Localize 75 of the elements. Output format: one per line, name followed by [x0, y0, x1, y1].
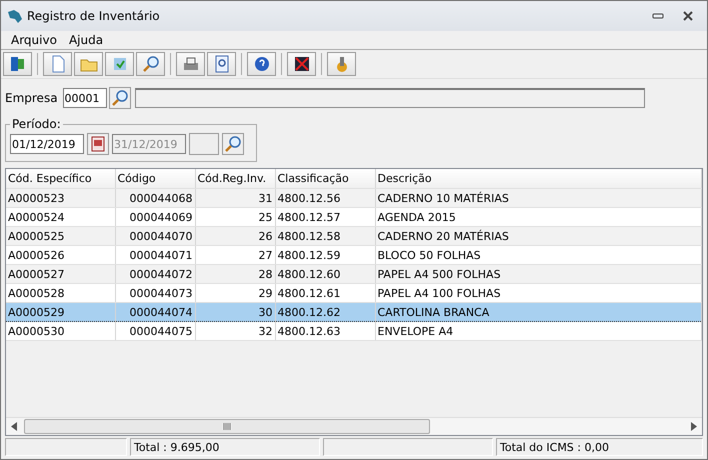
table-cell: 000044069 [115, 208, 195, 226]
table-cell: 000044075 [115, 322, 195, 340]
table-cell: A0000529 [6, 302, 115, 322]
table-cell: 000044072 [115, 264, 195, 284]
table-cell: 4800.12.62 [275, 302, 375, 322]
search-button[interactable] [108, 87, 131, 109]
search-icon [110, 89, 129, 107]
calendar-icon [91, 136, 105, 152]
app-logo-icon [7, 8, 23, 24]
status-text: Total do ICMS : 0,00 [496, 438, 703, 456]
help-icon [252, 55, 270, 73]
table-cell: 4800.12.57 [275, 208, 375, 226]
table-cell: 31 [195, 188, 275, 208]
table-cell: 25 [195, 208, 275, 226]
exit-door-icon [8, 55, 26, 73]
table-cell: A0000527 [6, 264, 115, 284]
table-cell: ENVELOPE A4 [375, 322, 702, 340]
table-cell: 4800.12.58 [275, 226, 375, 246]
column-header[interactable]: Descrição [375, 169, 702, 188]
toolbar-button[interactable] [207, 52, 236, 76]
table-cell: 29 [195, 284, 275, 302]
table-cell: PAPEL A4 100 FOLHAS [375, 284, 702, 302]
minimize-icon [652, 13, 664, 19]
column-header[interactable]: Cód.Reg.Inv. [195, 169, 275, 188]
calendar-button[interactable] [87, 133, 109, 155]
table-cell: 26 [195, 226, 275, 246]
search-icon [224, 135, 242, 153]
table-cell: 4800.12.56 [275, 188, 375, 208]
column-header[interactable]: Cód. Específico [6, 169, 115, 188]
scrollbar-thumb[interactable] [24, 419, 430, 434]
table-cell: PAPEL A4 500 FOLHAS [375, 264, 702, 284]
close-icon [682, 10, 694, 22]
table-cell: AGENDA 2015 [375, 208, 702, 226]
column-header[interactable]: Classificação [275, 169, 375, 188]
table-cell: 32 [195, 322, 275, 340]
table-cell: 000044074 [115, 302, 195, 322]
empresa-field[interactable]: 00001 [62, 88, 107, 108]
table-cell: 30 [195, 302, 275, 322]
preview-icon [212, 55, 230, 73]
scroll-right-icon[interactable] [691, 422, 697, 431]
table-cell: 000044068 [115, 188, 195, 208]
delete-icon [292, 55, 310, 73]
column-header[interactable]: Código [115, 169, 195, 188]
table-cell: A0000523 [6, 188, 115, 208]
group-label: Período: [11, 117, 62, 131]
table-cell: CADERNO 10 MATÉRIAS [375, 188, 702, 208]
search-button[interactable] [222, 133, 244, 155]
table-cell: 28 [195, 264, 275, 284]
table-cell: A0000528 [6, 284, 115, 302]
table-cell: 4800.12.60 [275, 264, 375, 284]
table-cell: CADERNO 20 MATÉRIAS [375, 226, 702, 246]
start-date-field[interactable]: 01/12/2019 [10, 134, 84, 154]
table-cell: A0000530 [6, 322, 115, 340]
search-icon [142, 55, 160, 73]
menu-item[interactable]: Arquivo [5, 33, 63, 47]
menu-item[interactable]: Ajuda [62, 33, 110, 47]
table-cell: A0000524 [6, 208, 115, 226]
printer-icon [182, 55, 200, 73]
table-cell: A0000525 [6, 226, 115, 246]
table-cell: 27 [195, 246, 275, 264]
table-cell: CARTOLINA BRANCA [375, 302, 702, 322]
table-cell: 4800.12.59 [275, 246, 375, 264]
field-label: Empresa [5, 91, 58, 105]
window-title: Registro de Inventário [27, 9, 161, 23]
table-cell: 000044071 [115, 246, 195, 264]
table-cell: 4800.12.63 [275, 322, 375, 340]
table-cell: 000044073 [115, 284, 195, 302]
table-cell: BLOCO 50 FOLHAS [375, 246, 702, 264]
company-name-field[interactable] [134, 88, 645, 108]
status-text: Total : 9.695,00 [130, 438, 320, 456]
table-cell: 000044070 [115, 226, 195, 246]
table-cell: 4800.12.61 [275, 284, 375, 302]
scroll-left-icon[interactable] [11, 422, 17, 431]
toolbar-button[interactable] [287, 52, 316, 76]
table-cell: A0000526 [6, 246, 115, 264]
